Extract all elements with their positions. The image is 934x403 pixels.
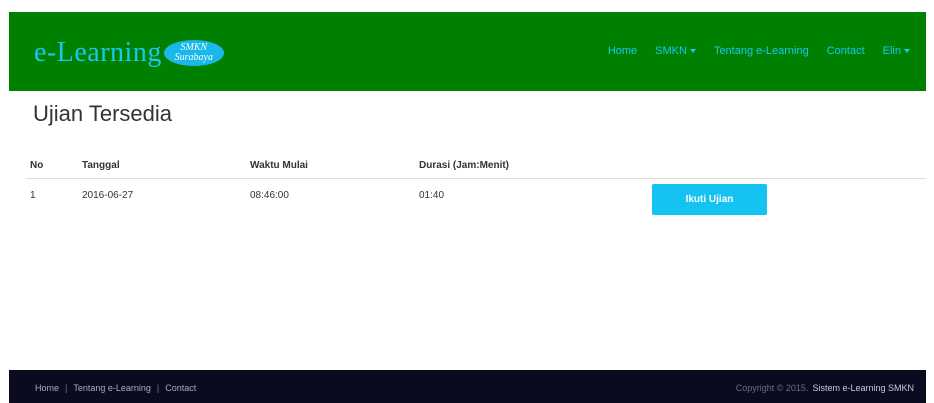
nav-home[interactable]: Home bbox=[608, 45, 637, 57]
nav-user-dropdown[interactable]: Elin bbox=[883, 45, 910, 57]
brand-badge: SMKN Surabaya bbox=[163, 40, 224, 66]
footer-divider: | bbox=[65, 383, 68, 393]
header-waktu-mulai: Waktu Mulai bbox=[250, 160, 308, 171]
header-durasi: Durasi (Jam:Menit) bbox=[419, 160, 510, 171]
footer-divider: | bbox=[156, 383, 160, 393]
ikuti-ujian-button[interactable]: Ikuti Ujian bbox=[652, 184, 767, 215]
footer-links: Home | Tentang e-Learning | Contact bbox=[35, 383, 196, 393]
caret-down-icon bbox=[689, 49, 696, 54]
cell-tanggal: 2016-06-27 bbox=[82, 190, 134, 201]
header-no: No bbox=[30, 160, 44, 171]
system-name: Sistem e-Learning SMKN bbox=[812, 383, 914, 393]
copyright-text: Copyright © 2015. bbox=[735, 383, 809, 393]
table-row: 1 2016-06-27 08:46:00 01:40 Ikuti Ujian bbox=[26, 179, 926, 219]
cell-no: 1 bbox=[30, 190, 36, 201]
cell-durasi: 01:40 bbox=[419, 190, 445, 201]
nav-contact[interactable]: Contact bbox=[827, 45, 865, 57]
footer-tentang[interactable]: Tentang e-Learning bbox=[73, 383, 151, 393]
table-header: No Tanggal Waktu Mulai Durasi (Jam:Menit… bbox=[26, 154, 926, 179]
header-tanggal: Tanggal bbox=[82, 160, 120, 171]
footer-contact[interactable]: Contact bbox=[165, 383, 196, 393]
badge-line-2: Surabaya bbox=[174, 52, 213, 63]
brand-logo[interactable]: e-Learning SMKN Surabaya bbox=[34, 38, 224, 68]
footer-home[interactable]: Home bbox=[35, 383, 59, 393]
footer-copyright: Copyright © 2015. Sistem e-Learning SMKN bbox=[736, 383, 914, 393]
nav-links: Home SMKN Tentang e-Learning Contact Eli… bbox=[608, 45, 910, 57]
top-navbar: e-Learning SMKN Surabaya Home SMKN Tenta… bbox=[9, 12, 926, 91]
nav-smkn-label: SMKN bbox=[655, 45, 687, 57]
footer: Home | Tentang e-Learning | Contact Copyrigh… bbox=[9, 370, 926, 403]
cell-waktu-mulai: 08:46:00 bbox=[250, 190, 289, 201]
brand-text: e-Learning bbox=[34, 37, 162, 68]
page-title: Ujian Tersedia bbox=[33, 101, 173, 126]
nav-user-label: Elin bbox=[882, 45, 901, 57]
nav-smkn-dropdown[interactable]: SMKN bbox=[655, 45, 696, 57]
nav-tentang[interactable]: Tentang e-Learning bbox=[714, 45, 809, 57]
exam-table: No Tanggal Waktu Mulai Durasi (Jam:Menit… bbox=[26, 154, 926, 219]
caret-down-icon bbox=[904, 49, 910, 54]
